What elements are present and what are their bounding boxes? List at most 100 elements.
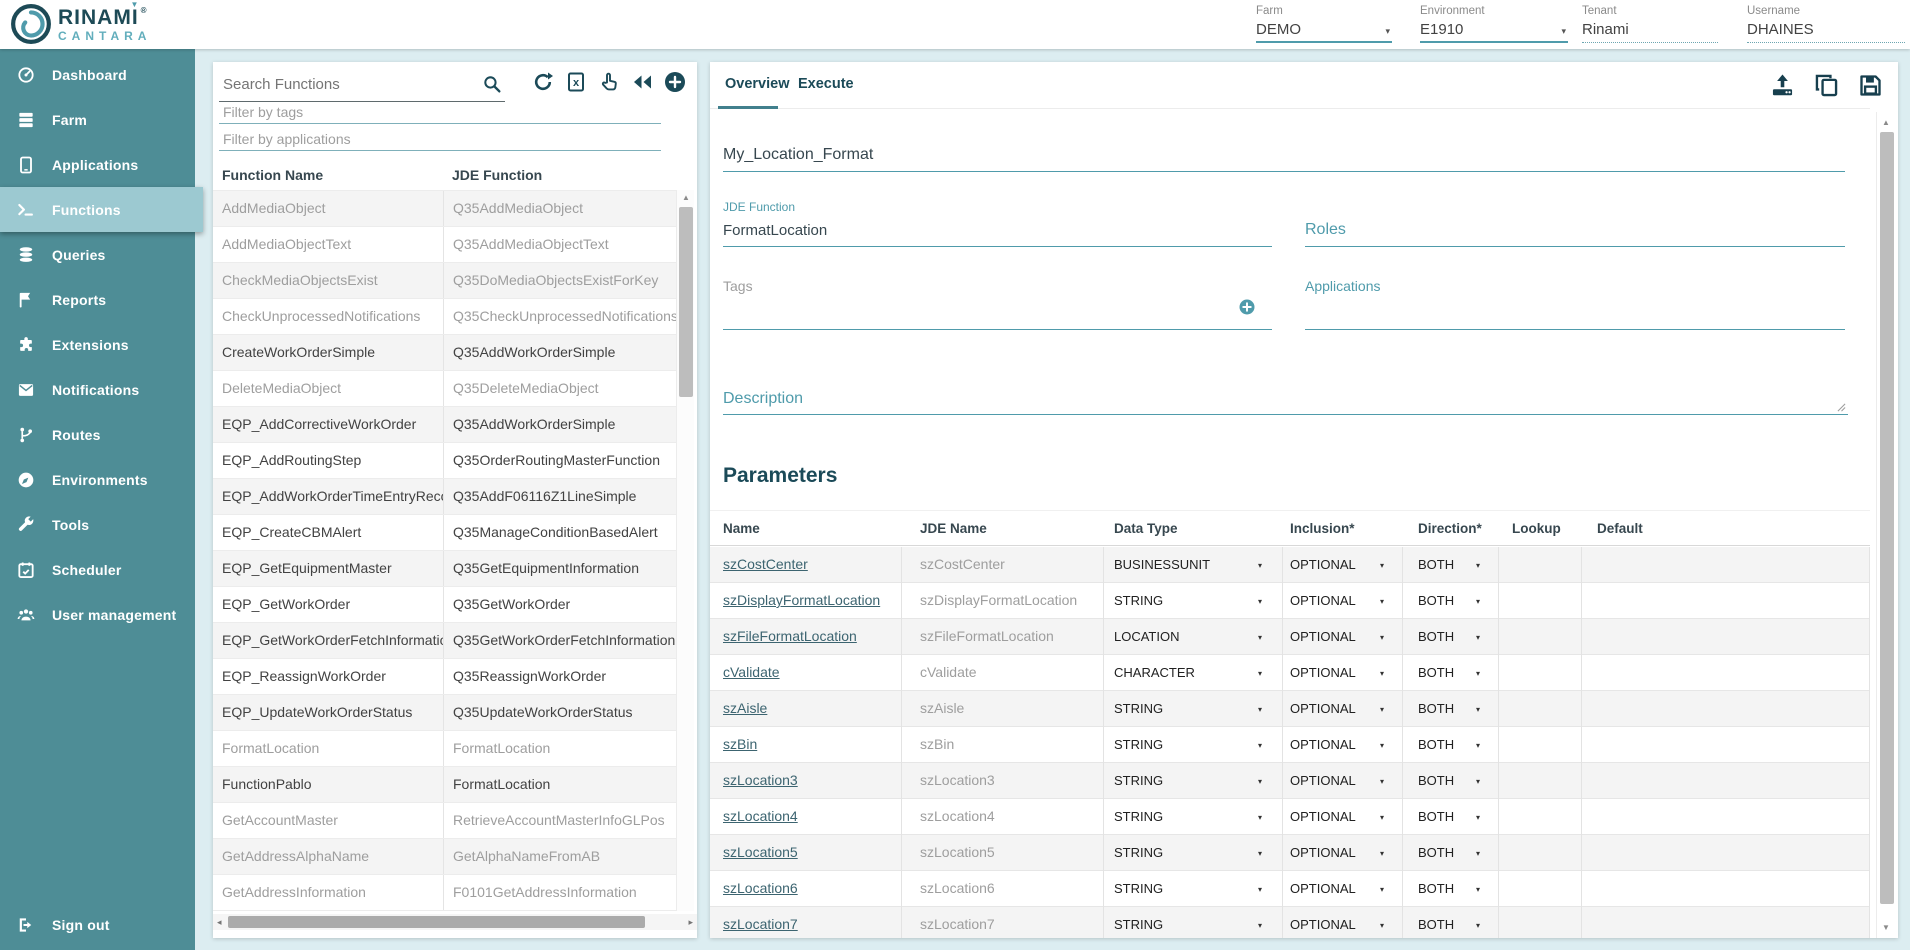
param-lookup-cell[interactable]: [1499, 655, 1582, 691]
applications-field[interactable]: Applications: [1305, 272, 1845, 330]
detail-vertical-scrollbar[interactable]: ▲ ▼: [1876, 112, 1894, 938]
description-field[interactable]: Description: [723, 372, 1848, 415]
param-data-type-select[interactable]: BUSINESSUNIT▾: [1104, 547, 1283, 583]
sidebar-item-routes[interactable]: Routes: [0, 412, 195, 457]
jde-function-field[interactable]: FormatLocation: [723, 217, 1272, 247]
param-direction-select[interactable]: BOTH▾: [1403, 547, 1499, 583]
sidebar-item-functions[interactable]: Functions: [0, 187, 203, 232]
function-list-row[interactable]: FunctionPabloFormatLocation: [213, 767, 676, 803]
param-lookup-cell[interactable]: [1499, 835, 1582, 871]
param-default-cell[interactable]: [1582, 547, 1870, 583]
param-lookup-cell[interactable]: [1499, 691, 1582, 727]
param-inclusion-select[interactable]: OPTIONAL▾: [1283, 619, 1403, 655]
resize-handle-icon[interactable]: [1837, 403, 1846, 412]
field-value[interactable]: Rinami: [1582, 21, 1718, 38]
param-inclusion-select[interactable]: OPTIONAL▾: [1283, 799, 1403, 835]
param-name-link[interactable]: szDisplayFormatLocation: [723, 592, 880, 608]
param-default-cell[interactable]: [1582, 727, 1870, 763]
scroll-right-arrow-icon[interactable]: ▸: [688, 917, 693, 928]
param-lookup-cell[interactable]: [1499, 763, 1582, 799]
param-inclusion-select[interactable]: OPTIONAL▾: [1283, 871, 1403, 907]
param-data-type-select[interactable]: STRING▾: [1104, 835, 1283, 871]
param-direction-select[interactable]: BOTH▾: [1403, 691, 1499, 727]
param-inclusion-select[interactable]: OPTIONAL▾: [1283, 763, 1403, 799]
hand-select-icon[interactable]: [597, 70, 621, 94]
sidebar-item-environments[interactable]: Environments: [0, 457, 195, 502]
sidebar-item-dashboard[interactable]: Dashboard: [0, 52, 195, 97]
param-direction-select[interactable]: BOTH▾: [1403, 871, 1499, 907]
function-list-row[interactable]: GetAddressInformationF0101GetAddressInfo…: [213, 875, 676, 911]
function-list-row[interactable]: AddMediaObjectQ35AddMediaObject: [213, 191, 676, 227]
param-data-type-select[interactable]: STRING▾: [1104, 763, 1283, 799]
param-lookup-cell[interactable]: [1499, 547, 1582, 583]
function-name-field[interactable]: My_Location_Format: [723, 142, 1845, 172]
function-list-row[interactable]: EQP_GetEquipmentMasterQ35GetEquipmentInf…: [213, 551, 676, 587]
scroll-down-arrow-icon[interactable]: ▼: [1877, 923, 1895, 932]
function-list-row[interactable]: EQP_GetWorkOrderQ35GetWorkOrder: [213, 587, 676, 623]
function-list-row[interactable]: EQP_AddCorrectiveWorkOrderQ35AddWorkOrde…: [213, 407, 676, 443]
function-list-row[interactable]: CheckUnprocessedNotificationsQ35CheckUnp…: [213, 299, 676, 335]
param-direction-select[interactable]: BOTH▾: [1403, 583, 1499, 619]
function-list-row[interactable]: FormatLocationFormatLocation: [213, 731, 676, 767]
param-default-cell[interactable]: [1582, 763, 1870, 799]
tab-execute[interactable]: Execute: [798, 76, 854, 92]
scrollbar-thumb[interactable]: [1880, 132, 1894, 904]
param-name-link[interactable]: szLocation5: [723, 844, 798, 860]
scrollbar-thumb[interactable]: [679, 207, 693, 397]
param-default-cell[interactable]: [1582, 907, 1870, 938]
function-list-row[interactable]: CheckMediaObjectsExistQ35DoMediaObjectsE…: [213, 263, 676, 299]
param-inclusion-select[interactable]: OPTIONAL▾: [1283, 907, 1403, 938]
tab-overview[interactable]: Overview: [725, 76, 790, 92]
param-name-link[interactable]: szLocation7: [723, 916, 798, 932]
header-field-tenant[interactable]: TenantRinami: [1582, 5, 1718, 43]
param-lookup-cell[interactable]: [1499, 871, 1582, 907]
param-data-type-select[interactable]: STRING▾: [1104, 799, 1283, 835]
copy-icon[interactable]: [1813, 72, 1840, 99]
field-value[interactable]: E1910: [1420, 21, 1568, 38]
param-direction-select[interactable]: BOTH▾: [1403, 655, 1499, 691]
scroll-left-arrow-icon[interactable]: ◂: [217, 917, 222, 928]
function-list-row[interactable]: EQP_ReassignWorkOrderQ35ReassignWorkOrde…: [213, 659, 676, 695]
param-direction-select[interactable]: BOTH▾: [1403, 619, 1499, 655]
param-direction-select[interactable]: BOTH▾: [1403, 763, 1499, 799]
roles-field[interactable]: Roles: [1305, 217, 1845, 247]
param-inclusion-select[interactable]: OPTIONAL▾: [1283, 727, 1403, 763]
param-default-cell[interactable]: [1582, 799, 1870, 835]
param-data-type-select[interactable]: LOCATION▾: [1104, 619, 1283, 655]
param-data-type-select[interactable]: CHARACTER▾: [1104, 655, 1283, 691]
function-list-row[interactable]: AddMediaObjectTextQ35AddMediaObjectText: [213, 227, 676, 263]
sidebar-item-scheduler[interactable]: Scheduler: [0, 547, 195, 592]
field-value[interactable]: DHAINES: [1747, 21, 1905, 38]
filter-by-applications-input[interactable]: Filter by applications: [219, 129, 661, 151]
sidebar-item-applications[interactable]: Applications: [0, 142, 195, 187]
function-list-vertical-scrollbar[interactable]: ▲: [676, 190, 694, 911]
param-direction-select[interactable]: BOTH▾: [1403, 799, 1499, 835]
param-data-type-select[interactable]: STRING▾: [1104, 871, 1283, 907]
param-inclusion-select[interactable]: OPTIONAL▾: [1283, 835, 1403, 871]
scrollbar-thumb[interactable]: [228, 916, 645, 928]
param-default-cell[interactable]: [1582, 583, 1870, 619]
param-default-cell[interactable]: [1582, 871, 1870, 907]
add-function-icon[interactable]: [663, 70, 687, 94]
search-functions-input[interactable]: Search Functions: [219, 68, 505, 102]
function-list-row[interactable]: EQP_AddWorkOrderTimeEntryRecordQ35AddF06…: [213, 479, 676, 515]
sidebar-item-queries[interactable]: Queries: [0, 232, 195, 277]
param-data-type-select[interactable]: STRING▾: [1104, 727, 1283, 763]
sidebar-item-notifications[interactable]: Notifications: [0, 367, 195, 412]
param-lookup-cell[interactable]: [1499, 907, 1582, 938]
function-list-row[interactable]: EQP_CreateCBMAlertQ35ManageConditionBase…: [213, 515, 676, 551]
sidebar-item-farm[interactable]: Farm: [0, 97, 195, 142]
param-lookup-cell[interactable]: [1499, 583, 1582, 619]
param-lookup-cell[interactable]: [1499, 727, 1582, 763]
sidebar-item-reports[interactable]: Reports: [0, 277, 195, 322]
function-list-row[interactable]: GetAddressAlphaNameGetAlphaNameFromAB: [213, 839, 676, 875]
header-field-farm[interactable]: FarmDEMO▾: [1256, 5, 1392, 43]
scroll-up-arrow-icon[interactable]: ▲: [677, 193, 695, 202]
param-name-link[interactable]: szBin: [723, 736, 757, 752]
function-list-horizontal-scrollbar[interactable]: ◂ ▸: [213, 914, 697, 930]
param-data-type-select[interactable]: STRING▾: [1104, 583, 1283, 619]
param-inclusion-select[interactable]: OPTIONAL▾: [1283, 655, 1403, 691]
field-value[interactable]: DEMO: [1256, 21, 1392, 38]
param-name-link[interactable]: szCostCenter: [723, 556, 808, 572]
param-default-cell[interactable]: [1582, 619, 1870, 655]
